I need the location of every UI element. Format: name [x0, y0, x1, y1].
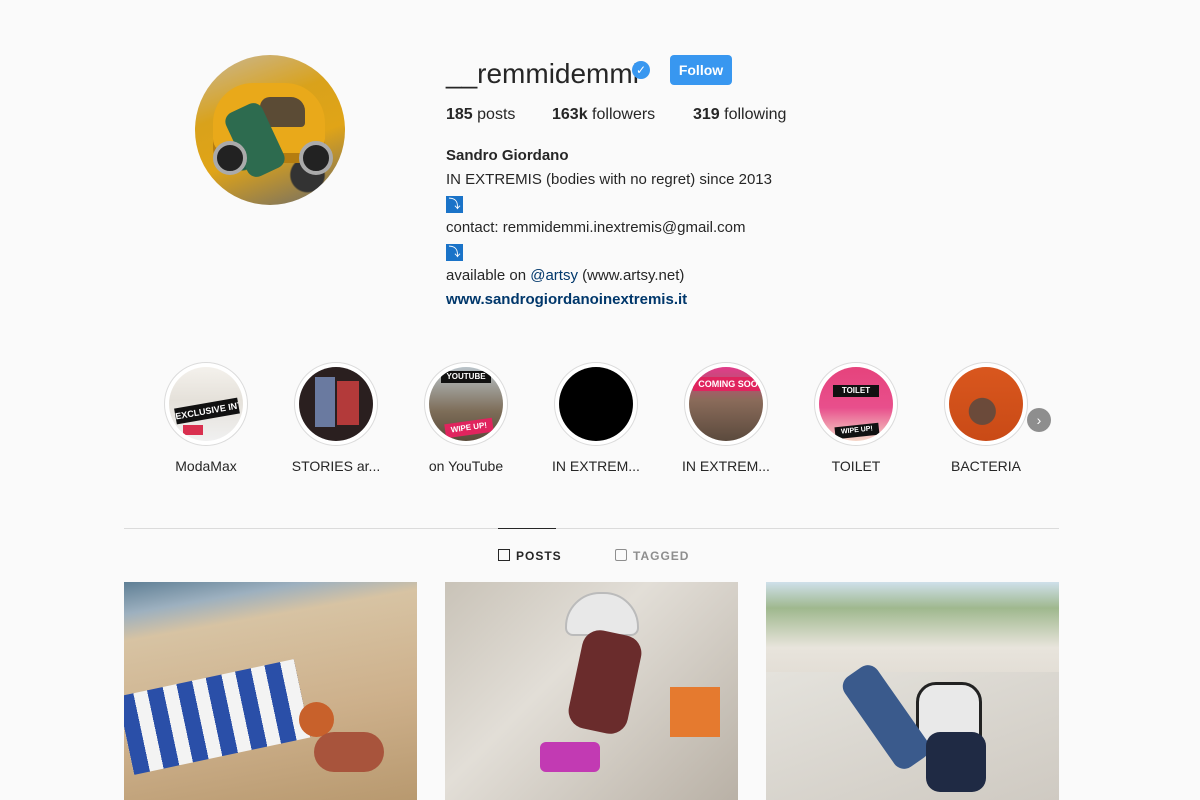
highlight-item[interactable]: YOUTUBE WIPE UP! on YouTube	[424, 362, 508, 474]
highlight-ring: EXCLUSIVE INTERVIEW	[164, 362, 248, 446]
highlight-ring	[944, 362, 1028, 446]
bio-arrow-emoji: ⤵	[446, 195, 463, 213]
highlight-label: STORIES ar...	[291, 458, 381, 474]
post-beach-chair-shape	[124, 659, 311, 775]
posts-count: 185	[446, 106, 473, 123]
highlight-thumb-text: WIPE UP!	[444, 417, 494, 439]
highlight-item[interactable]: TOILET WIPE UP! TOILET	[814, 362, 898, 474]
highlight-label: TOILET	[831, 458, 881, 474]
active-tab-indicator	[498, 528, 556, 529]
highlight-ring: COMING SOO	[684, 362, 768, 446]
highlight-ring	[294, 362, 378, 446]
post-thumbnail[interactable]	[445, 582, 738, 800]
followers-count: 163k	[552, 106, 588, 123]
highlight-thumbnail: COMING SOO	[689, 367, 763, 441]
bio-arrow-emoji: ⤵	[446, 243, 463, 261]
highlight-label: on YouTube	[428, 458, 504, 474]
highlight-item[interactable]: BACTERIA	[944, 362, 1028, 474]
profile-full-name: Sandro Giordano	[446, 147, 569, 164]
bio-contact: contact: remmidemmi.inextremis@gmail.com	[446, 219, 746, 236]
highlight-thumb-accent	[183, 425, 203, 435]
post-person-shape	[314, 732, 384, 772]
highlight-item[interactable]: IN EXTREM...	[552, 362, 640, 474]
highlight-thumbnail	[949, 367, 1023, 441]
posts-label: posts	[477, 106, 516, 123]
post-person-shape	[926, 732, 986, 792]
highlight-label: BACTERIA	[950, 458, 1021, 474]
highlight-item[interactable]: COMING SOO IN EXTREM...	[682, 362, 770, 474]
tab-tagged[interactable]: TAGGED	[615, 549, 689, 563]
arrow-down-icon: ⤵	[446, 196, 463, 213]
following-count: 319	[693, 106, 720, 123]
posts-stat: 185 posts	[446, 106, 515, 124]
followers-label: followers	[592, 106, 656, 123]
bio-line: IN EXTREMIS (bodies with no regret) sinc…	[446, 171, 772, 188]
highlight-thumb-shape	[315, 377, 335, 427]
verified-badge-icon: ✓	[632, 61, 650, 79]
highlight-label: ModaMax	[175, 458, 237, 474]
highlight-thumb-text: COMING SOO	[693, 377, 763, 391]
post-thumbnail[interactable]	[124, 582, 417, 800]
post-thumbnail[interactable]	[766, 582, 1059, 800]
highlight-thumbnail	[299, 367, 373, 441]
highlight-thumbnail: YOUTUBE WIPE UP!	[429, 367, 503, 441]
bio-available-prefix: available on	[446, 267, 531, 284]
tabs-divider	[124, 528, 1059, 529]
chevron-right-icon[interactable]: ›	[1027, 408, 1051, 432]
highlight-ring: TOILET WIPE UP!	[814, 362, 898, 446]
post-chair-shape	[540, 742, 600, 772]
highlight-ring	[554, 362, 638, 446]
tag-user-icon	[615, 549, 627, 561]
profile-username: __remmidemmi	[446, 58, 639, 89]
highlight-ring: YOUTUBE WIPE UP!	[424, 362, 508, 446]
artsy-mention-link[interactable]: @artsy	[530, 267, 578, 284]
highlight-thumb-text: WIPE UP!	[834, 422, 880, 440]
post-object-shape	[670, 687, 720, 737]
avatar-wheel-shape	[299, 141, 333, 175]
avatar-wheel-shape	[213, 141, 247, 175]
highlight-thumbnail: TOILET WIPE UP!	[819, 367, 893, 441]
following-stat[interactable]: 319 following	[693, 106, 786, 124]
highlight-thumbnail	[559, 367, 633, 441]
bio-available-suffix: (www.artsy.net)	[577, 267, 685, 284]
highlight-thumb-text: TOILET	[833, 385, 879, 397]
highlight-item[interactable]: EXCLUSIVE INTERVIEW ModaMax	[164, 362, 248, 474]
highlight-item[interactable]: STORIES ar...	[292, 362, 380, 474]
highlight-thumbnail: EXCLUSIVE INTERVIEW	[169, 367, 243, 441]
post-person-shape	[565, 626, 645, 738]
highlight-thumb-text: YOUTUBE	[441, 371, 491, 383]
following-label: following	[724, 106, 787, 123]
website-link[interactable]: www.sandrogiordanoinextremis.it	[446, 291, 687, 308]
highlight-label: IN EXTREM...	[552, 458, 640, 474]
grid-icon	[498, 549, 510, 561]
highlight-thumb-text: EXCLUSIVE INTERVIEW	[174, 397, 240, 425]
followers-stat[interactable]: 163k followers	[552, 106, 655, 124]
arrow-down-icon: ⤵	[446, 244, 463, 261]
profile-avatar[interactable]	[195, 55, 345, 205]
bio-available: available on @artsy (www.artsy.net)	[446, 267, 684, 284]
tab-tagged-label: TAGGED	[633, 549, 690, 563]
tab-posts-label: POSTS	[516, 549, 562, 563]
highlight-label: IN EXTREM...	[682, 458, 770, 474]
tab-posts[interactable]: POSTS	[498, 549, 562, 563]
follow-button[interactable]: Follow	[670, 55, 732, 85]
highlight-thumb-shape	[337, 381, 359, 425]
